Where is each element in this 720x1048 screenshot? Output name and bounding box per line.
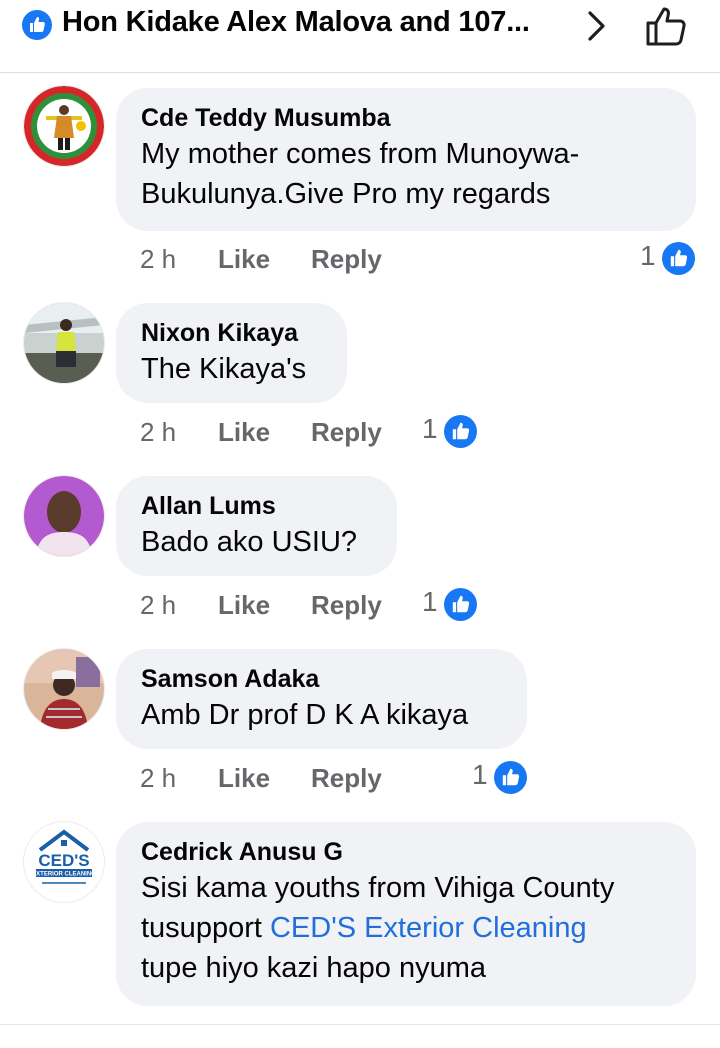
comment-text: The Kikaya's bbox=[141, 353, 307, 385]
ceds-logo-text: CED'S bbox=[38, 851, 89, 870]
ceds-logo-avatar-image: CED'S EXTERIOR CLEANING bbox=[24, 822, 104, 902]
like-button[interactable]: Like bbox=[218, 417, 270, 448]
like-button[interactable]: Like bbox=[218, 244, 270, 275]
reply-button[interactable]: Reply bbox=[311, 417, 382, 448]
page-mention-link[interactable]: CED'S Exterior Cleaning bbox=[270, 912, 587, 944]
reaction-count-value: 1 bbox=[422, 586, 438, 617]
reaction-count-value: 1 bbox=[472, 759, 488, 790]
comment-bubble[interactable]: Allan Lums Bado ako USIU? bbox=[116, 476, 397, 576]
avatar[interactable] bbox=[24, 649, 104, 729]
man-with-cap-avatar-image bbox=[24, 649, 104, 729]
like-reaction-icon bbox=[444, 588, 477, 621]
like-button[interactable]: Like bbox=[218, 590, 270, 621]
like-reaction-icon bbox=[494, 761, 527, 794]
avatar[interactable] bbox=[24, 86, 104, 166]
comment-bubble[interactable]: Samson Adaka Amb Dr prof D K A kikaya bbox=[116, 649, 527, 749]
reaction-count-value: 1 bbox=[640, 240, 656, 271]
reaction-count-value: 1 bbox=[422, 413, 438, 444]
comment-timestamp[interactable]: 2 h bbox=[140, 590, 176, 621]
avatar[interactable] bbox=[24, 476, 104, 556]
comment-author[interactable]: Samson Adaka bbox=[141, 663, 501, 695]
ceds-logo-subtext: EXTERIOR CLEANING bbox=[32, 872, 96, 878]
reaction-count[interactable]: 1 bbox=[640, 240, 700, 276]
reply-button[interactable]: Reply bbox=[311, 763, 382, 794]
like-reaction-icon bbox=[662, 242, 695, 275]
comment-text: Amb Dr prof D K A kikaya bbox=[141, 699, 469, 731]
reaction-count[interactable]: 1 bbox=[422, 586, 482, 622]
comment-author[interactable]: Cde Teddy Musumba bbox=[141, 102, 670, 134]
comment-author[interactable]: Cedrick Anusu G bbox=[141, 836, 670, 868]
avatar[interactable] bbox=[24, 303, 104, 383]
man-portrait-avatar-image bbox=[24, 476, 104, 556]
comment-timestamp[interactable]: 2 h bbox=[140, 763, 176, 794]
man-at-airfield-avatar-image bbox=[24, 303, 104, 383]
comment-author[interactable]: Nixon Kikaya bbox=[141, 317, 321, 349]
thumbs-up-outline-icon[interactable] bbox=[644, 4, 690, 48]
comment-timestamp[interactable]: 2 h bbox=[140, 417, 176, 448]
comment-bubble[interactable]: Cde Teddy Musumba My mother comes from M… bbox=[116, 88, 696, 231]
avatar[interactable]: CED'S EXTERIOR CLEANING bbox=[24, 822, 104, 902]
next-comment-peek bbox=[0, 1024, 720, 1048]
comment-author[interactable]: Allan Lums bbox=[141, 490, 371, 522]
like-reaction-icon bbox=[444, 415, 477, 448]
like-button[interactable]: Like bbox=[218, 763, 270, 794]
comment-text: Bado ako USIU? bbox=[141, 526, 358, 558]
comment-text: My mother comes from Munoywa- Bukulunya.… bbox=[141, 138, 580, 210]
comment-text-after: tupe hiyo kazi hapo nyuma bbox=[141, 952, 486, 984]
campaign-badge-avatar-image bbox=[24, 86, 104, 166]
reply-button[interactable]: Reply bbox=[311, 244, 382, 275]
like-reaction-icon bbox=[22, 10, 52, 40]
reply-button[interactable]: Reply bbox=[311, 590, 382, 621]
reactors-title[interactable]: Hon Kidake Alex Malova and 107... bbox=[62, 6, 530, 39]
chevron-right-icon[interactable] bbox=[584, 8, 610, 44]
comment-timestamp[interactable]: 2 h bbox=[140, 244, 176, 275]
comment-bubble[interactable]: Cedrick Anusu G Sisi kama youths from Vi… bbox=[116, 822, 696, 1006]
post-reactions-header: Hon Kidake Alex Malova and 107... bbox=[0, 0, 720, 73]
reaction-count[interactable]: 1 bbox=[472, 759, 532, 795]
comment-text: Sisi kama youths from Vihiga County tusu… bbox=[141, 868, 670, 988]
reaction-count[interactable]: 1 bbox=[422, 413, 482, 449]
comment-bubble[interactable]: Nixon Kikaya The Kikaya's bbox=[116, 303, 347, 403]
